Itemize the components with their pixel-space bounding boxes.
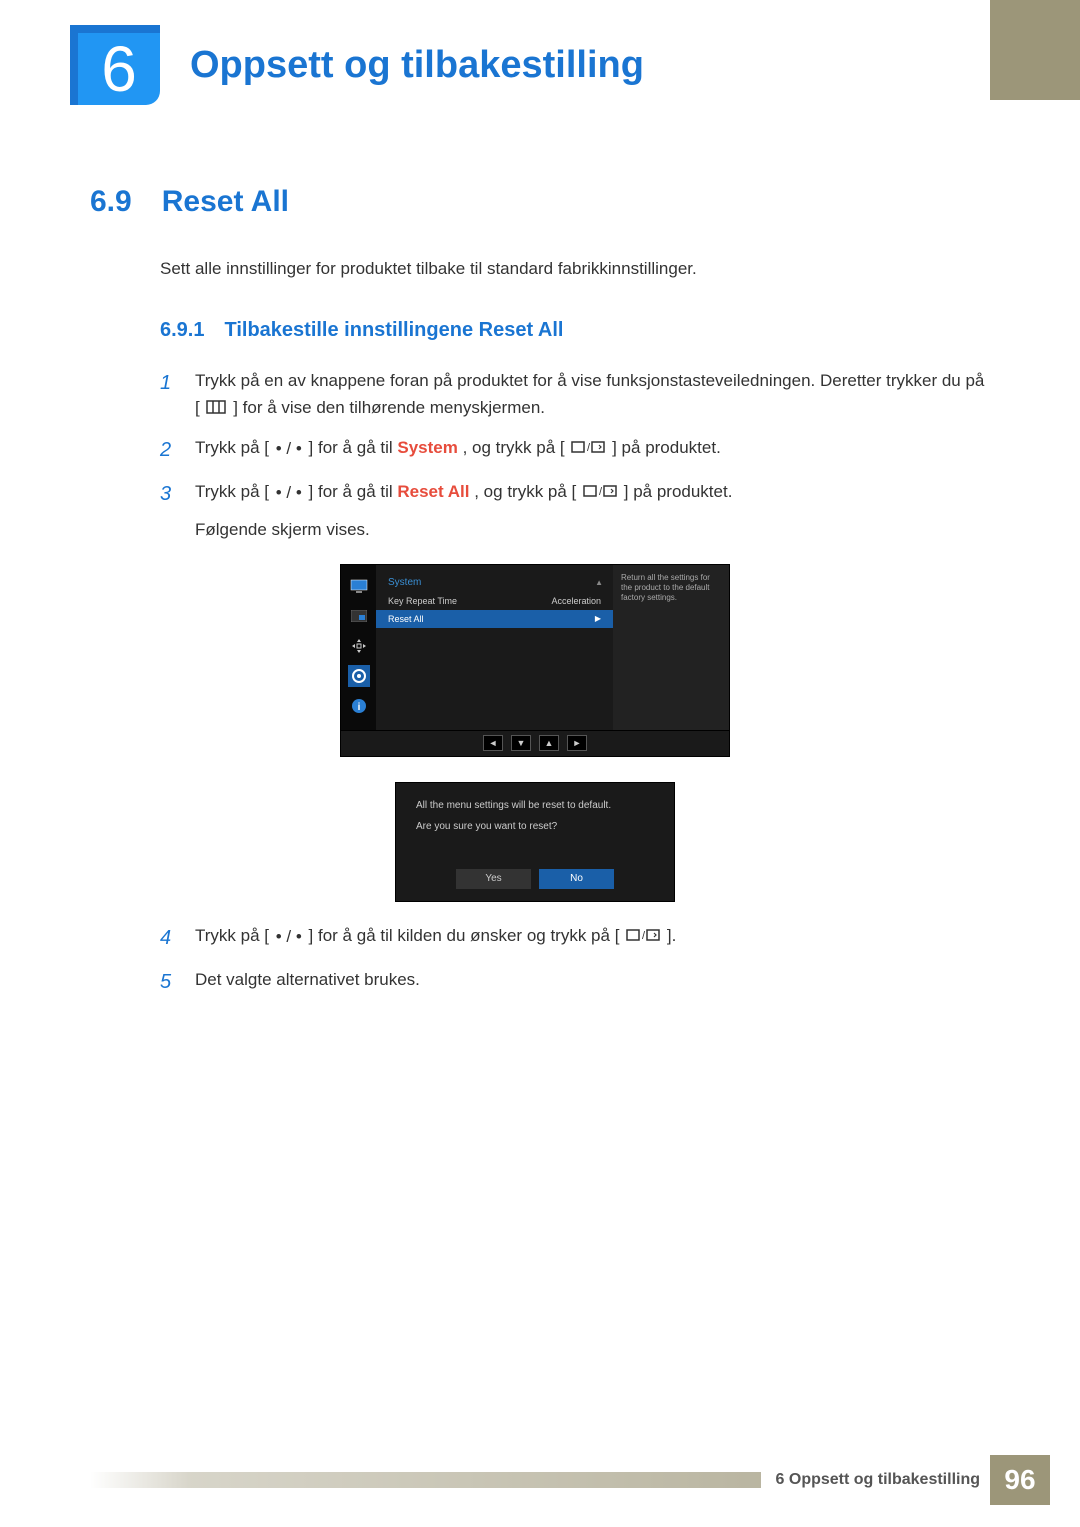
- chapter-title: Oppsett og tilbakestilling: [190, 44, 644, 87]
- move-icon: [348, 635, 370, 657]
- step-text: Trykk på [ • / • ] for å gå til System ,…: [195, 434, 990, 466]
- step-text: Trykk på en av knappene foran på produkt…: [195, 367, 990, 422]
- dialog-yes-button: Yes: [456, 869, 531, 889]
- osd-screen: i System ▲ Key Repeat Time Acceleration …: [340, 564, 730, 731]
- section-header: 6.9 Reset All: [90, 185, 990, 219]
- step-followup: Følgende skjerm vises.: [195, 516, 990, 543]
- step-5: 5 Det valgte alternativet brukes.: [160, 966, 990, 998]
- step-text: Det valgte alternativet brukes.: [195, 966, 990, 998]
- nav-up-icon: ▲: [539, 735, 559, 751]
- select-enter-icon: /: [626, 923, 660, 950]
- osd-sidebar: i: [341, 565, 376, 730]
- nav-right-icon: ►: [567, 735, 587, 751]
- info-icon: i: [348, 695, 370, 717]
- picture-icon: [348, 605, 370, 627]
- step-4: 4 Trykk på [ • / • ] for å gå til kilden…: [160, 922, 990, 954]
- osd-main: System ▲ Key Repeat Time Acceleration Re…: [376, 565, 729, 730]
- section-title: Reset All: [162, 185, 289, 219]
- section-intro: Sett alle innstillinger for produktet ti…: [160, 259, 990, 279]
- dot-slash-dot-icon: • / •: [276, 435, 302, 462]
- subsection-header: 6.9.1 Tilbakestille innstillingene Reset…: [160, 319, 990, 342]
- step-2: 2 Trykk på [ • / • ] for å gå til System…: [160, 434, 990, 466]
- osd-container: i System ▲ Key Repeat Time Acceleration …: [340, 564, 730, 902]
- osd-navbar: ◄ ▼ ▲ ►: [340, 731, 730, 757]
- svg-text:/: /: [587, 442, 591, 454]
- svg-text:/: /: [599, 486, 603, 498]
- step-1: 1 Trykk på en av knappene foran på produ…: [160, 367, 990, 422]
- footer-text: 6 Oppsett og tilbakestilling: [761, 1471, 990, 1489]
- step-number: 2: [160, 434, 180, 466]
- section-number: 6.9: [90, 185, 132, 219]
- menu-icon: [206, 395, 226, 422]
- dialog-screen: All the menu settings will be reset to d…: [395, 782, 675, 902]
- chapter-number: 6: [101, 32, 137, 106]
- footer: 6 Oppsett og tilbakestilling 96: [0, 1455, 1080, 1505]
- select-enter-icon: /: [583, 479, 617, 506]
- content: 6.9 Reset All Sett alle innstillinger fo…: [0, 105, 1080, 998]
- step-number: 1: [160, 367, 180, 422]
- select-enter-icon: /: [571, 435, 605, 462]
- display-icon: [348, 575, 370, 597]
- highlight-system: System: [397, 438, 457, 457]
- osd-menu-title: System: [376, 573, 433, 592]
- nav-down-icon: ▼: [511, 735, 531, 751]
- dot-slash-dot-icon: • / •: [276, 479, 302, 506]
- chapter-tab: 6: [70, 25, 160, 105]
- subsection-number: 6.9.1: [160, 319, 204, 342]
- osd-help-text: Return all the settings for the product …: [613, 565, 729, 730]
- svg-text:i: i: [357, 702, 360, 713]
- step-number: 4: [160, 922, 180, 954]
- dialog-text: All the menu settings will be reset to d…: [416, 798, 654, 834]
- step-number: 3: [160, 478, 180, 543]
- dialog-buttons: Yes No: [416, 869, 654, 889]
- dot-slash-dot-icon: • / •: [276, 923, 302, 950]
- step-text: Trykk på [ • / • ] for å gå til kilden d…: [195, 922, 990, 954]
- osd-menu: System ▲ Key Repeat Time Acceleration Re…: [376, 565, 613, 730]
- chapter-header: 6 Oppsett og tilbakestilling: [0, 0, 1080, 105]
- footer-page-number: 96: [990, 1455, 1050, 1505]
- step-text: Trykk på [ • / • ] for å gå til Reset Al…: [195, 478, 990, 543]
- up-arrow-icon: ▲: [595, 578, 603, 587]
- nav-left-icon: ◄: [483, 735, 503, 751]
- osd-menu-item-resetall: Reset All ▶: [376, 610, 613, 628]
- osd-menu-item-keyrepeat: Key Repeat Time Acceleration: [376, 592, 613, 610]
- highlight-reset-all: Reset All: [397, 482, 469, 501]
- dialog-no-button: No: [539, 869, 614, 889]
- subsection-title: Tilbakestille innstillingene Reset All: [224, 319, 563, 342]
- svg-text:/: /: [642, 930, 646, 942]
- top-bar-decoration: [990, 0, 1080, 100]
- step-number: 5: [160, 966, 180, 998]
- gear-icon: [348, 665, 370, 687]
- step-3: 3 Trykk på [ • / • ] for å gå til Reset …: [160, 478, 990, 543]
- chevron-right-icon: ▶: [595, 614, 601, 624]
- footer-bar: [90, 1472, 761, 1488]
